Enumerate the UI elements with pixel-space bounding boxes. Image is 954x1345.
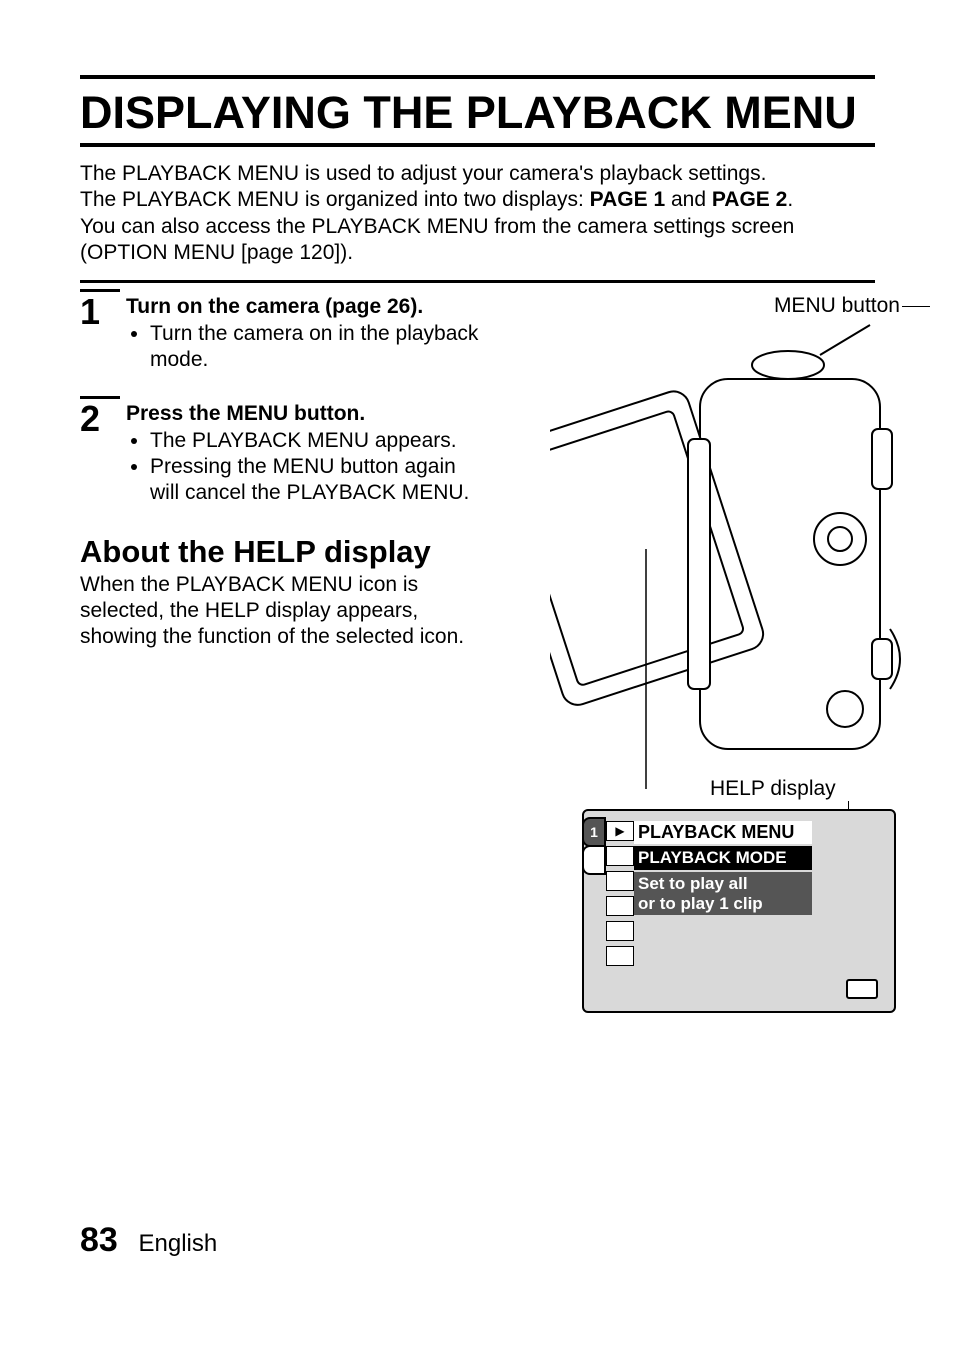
top-rule [80,75,875,79]
step-1-number: 1 [80,289,120,330]
intro-rule [80,280,875,283]
intro-line2a: The PLAYBACK MENU is organized into two … [80,188,590,211]
page-tab-1: 1 [582,817,606,847]
step-1: 1 Turn on the camera (page 26). Turn the… [80,289,480,374]
page-footer: 83 English [80,1221,217,1260]
camera-figure: MENU button [510,289,930,1029]
intro-line1: The PLAYBACK MENU is used to adjust your… [80,162,766,185]
delete-icon [606,921,634,941]
page-number: 83 [80,1221,118,1259]
screen-help-line1: Set to play all [638,874,748,893]
title-underline [80,143,875,147]
step-2-head: Press the MENU button. [126,402,480,426]
step-1-bullet-1: Turn the camera on in the playback mode. [150,321,480,374]
movie-icon [606,846,634,866]
intro-line3: You can also access the PLAYBACK MENU fr… [80,215,794,264]
play-icon: ▶ [606,821,634,841]
step-2: 2 Press the MENU button. The PLAYBACK ME… [80,396,480,507]
subheading-help-display: About the HELP display [80,534,480,570]
protect-icon [606,896,634,916]
help-display-label: HELP display [710,777,836,801]
step-1-head: Turn on the camera (page 26). [126,295,480,319]
page-tab-2 [582,845,606,875]
intro-page1: PAGE 1 [590,188,665,211]
step-2-bullet-2: Pressing the MENU button again will canc… [150,454,480,507]
intro-paragraph: The PLAYBACK MENU is used to adjust your… [80,161,875,266]
intro-page2: PAGE 2 [712,188,787,211]
screen-playback-mode: PLAYBACK MODE [634,846,812,870]
battery-icon [846,979,878,999]
lcd-screen: 1 ▶ PLAYBACK MENU PLAYBACK MODE Set to p… [582,809,896,1013]
intro-line2b: . [787,188,793,211]
subtext-help-display: When the PLAYBACK MENU icon is selected,… [80,572,480,651]
menu-button-leader [902,306,930,307]
screen-help-text: Set to play all or to play 1 clip [634,872,812,915]
screen-help-line2: or to play 1 clip [638,894,763,913]
volume-icon [606,871,634,891]
page-title: DISPLAYING THE PLAYBACK MENU [80,87,875,139]
copy-icon [606,946,634,966]
step-2-bullet-1: The PLAYBACK MENU appears. [150,428,480,454]
intro-and: and [665,188,712,211]
footer-language: English [139,1230,218,1257]
step-2-number: 2 [80,396,120,437]
screen-playback-menu-title: PLAYBACK MENU [634,821,812,844]
menu-button-label: MENU button [774,294,900,318]
